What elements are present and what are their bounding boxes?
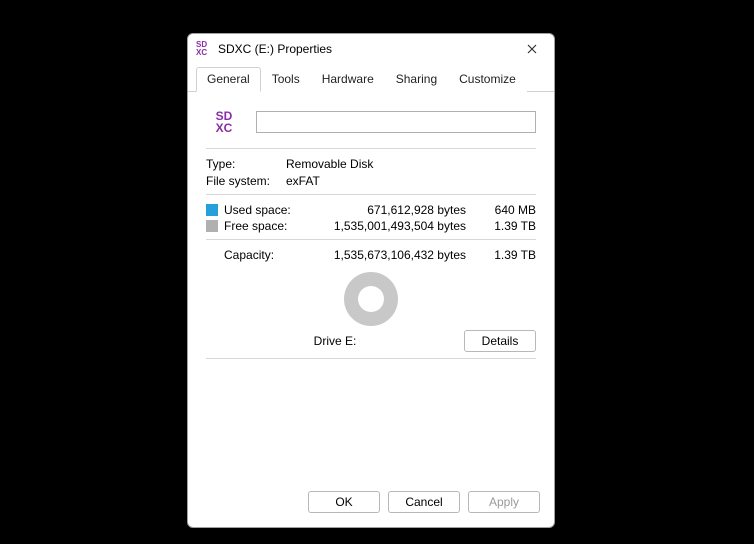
capacity-row: Capacity: 1,535,673,106,432 bytes 1.39 T… [206,248,536,262]
tab-tools[interactable]: Tools [261,67,311,92]
details-button[interactable]: Details [464,330,536,352]
titlebar: SDXC SDXC (E:) Properties [188,34,554,64]
free-space-row: Free space: 1,535,001,493,504 bytes 1.39… [206,219,536,233]
usage-pie-icon [344,272,398,326]
filesystem-key: File system: [206,174,286,188]
divider [206,194,536,195]
volume-label-input[interactable] [256,111,536,133]
filesystem-value: exFAT [286,174,536,188]
properties-dialog: SDXC SDXC (E:) Properties General Tools … [187,33,555,528]
apply-button[interactable]: Apply [468,491,540,513]
pie-hole [358,286,384,312]
usage-pie-wrap [206,272,536,326]
divider [206,358,536,359]
close-button[interactable] [514,36,550,62]
disk-icon: SDXC [206,104,242,140]
icon-row: SDXC [206,104,536,140]
tab-general[interactable]: General [196,67,261,92]
type-key: Type: [206,157,286,171]
divider [206,148,536,149]
free-label: Free space: [224,219,312,233]
drive-label: Drive E: [206,334,464,348]
used-hr: 640 MB [484,203,536,217]
type-row: Type: Removable Disk [206,157,536,171]
drive-row: Drive E: Details [206,330,536,352]
capacity-hr: 1.39 TB [484,248,536,262]
capacity-label: Capacity: [206,248,312,262]
used-space-row: Used space: 671,612,928 bytes 640 MB [206,203,536,217]
used-label: Used space: [224,203,312,217]
used-bytes: 671,612,928 bytes [312,203,484,217]
tabstrip: General Tools Hardware Sharing Customize [188,66,554,92]
window-title: SDXC (E:) Properties [218,42,514,56]
divider [206,239,536,240]
type-value: Removable Disk [286,157,536,171]
free-bytes: 1,535,001,493,504 bytes [312,219,484,233]
general-pane: SDXC Type: Removable Disk File system: e… [188,92,554,481]
free-swatch-icon [206,220,218,232]
filesystem-row: File system: exFAT [206,174,536,188]
free-hr: 1.39 TB [484,219,536,233]
used-swatch-icon [206,204,218,216]
sdxc-icon: SDXC [196,41,212,57]
close-icon [527,44,537,54]
capacity-bytes: 1,535,673,106,432 bytes [312,248,484,262]
ok-button[interactable]: OK [308,491,380,513]
dialog-footer: OK Cancel Apply [188,481,554,527]
tab-hardware[interactable]: Hardware [311,67,385,92]
tab-sharing[interactable]: Sharing [385,67,448,92]
tab-customize[interactable]: Customize [448,67,527,92]
cancel-button[interactable]: Cancel [388,491,460,513]
